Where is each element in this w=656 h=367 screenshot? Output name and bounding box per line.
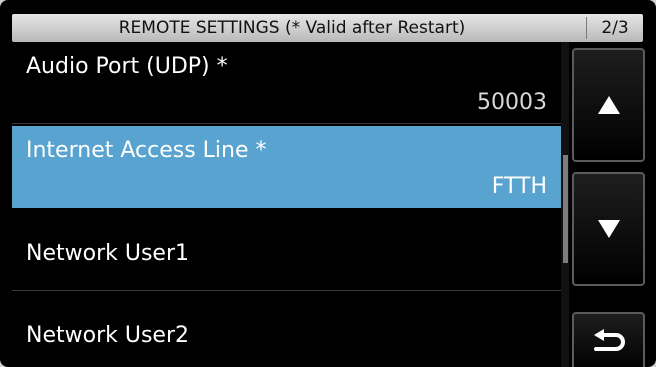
- item-value: 50003: [477, 90, 547, 115]
- scrollbar-thumb[interactable]: [563, 155, 568, 263]
- settings-list: Audio Port (UDP) * 50003 Internet Access…: [12, 42, 561, 367]
- item-label: Internet Access Line *: [26, 138, 267, 163]
- item-label: Network User2: [26, 323, 189, 348]
- scroll-down-button[interactable]: [572, 172, 645, 286]
- triangle-down-icon: [597, 220, 620, 238]
- list-item-network-user2[interactable]: Network User2: [12, 291, 561, 367]
- item-label: Audio Port (UDP) *: [26, 54, 228, 79]
- list-item-internet-access-line[interactable]: Internet Access Line * FTTH: [12, 126, 561, 208]
- title-bar: REMOTE SETTINGS (* Valid after Restart) …: [12, 14, 643, 42]
- item-label: Network User1: [26, 241, 189, 266]
- list-item-audio-port[interactable]: Audio Port (UDP) * 50003: [12, 42, 561, 124]
- triangle-up-icon: [597, 96, 620, 114]
- return-arrow-icon: [593, 329, 625, 351]
- screen-title: REMOTE SETTINGS (* Valid after Restart): [118, 18, 466, 38]
- list-item-network-user1[interactable]: Network User1: [12, 209, 561, 291]
- scroll-up-button[interactable]: [572, 48, 645, 162]
- page-indicator: 2/3: [601, 18, 629, 38]
- back-button[interactable]: [572, 312, 645, 367]
- item-value: FTTH: [491, 174, 547, 199]
- remote-settings-screen: REMOTE SETTINGS (* Valid after Restart) …: [0, 0, 656, 367]
